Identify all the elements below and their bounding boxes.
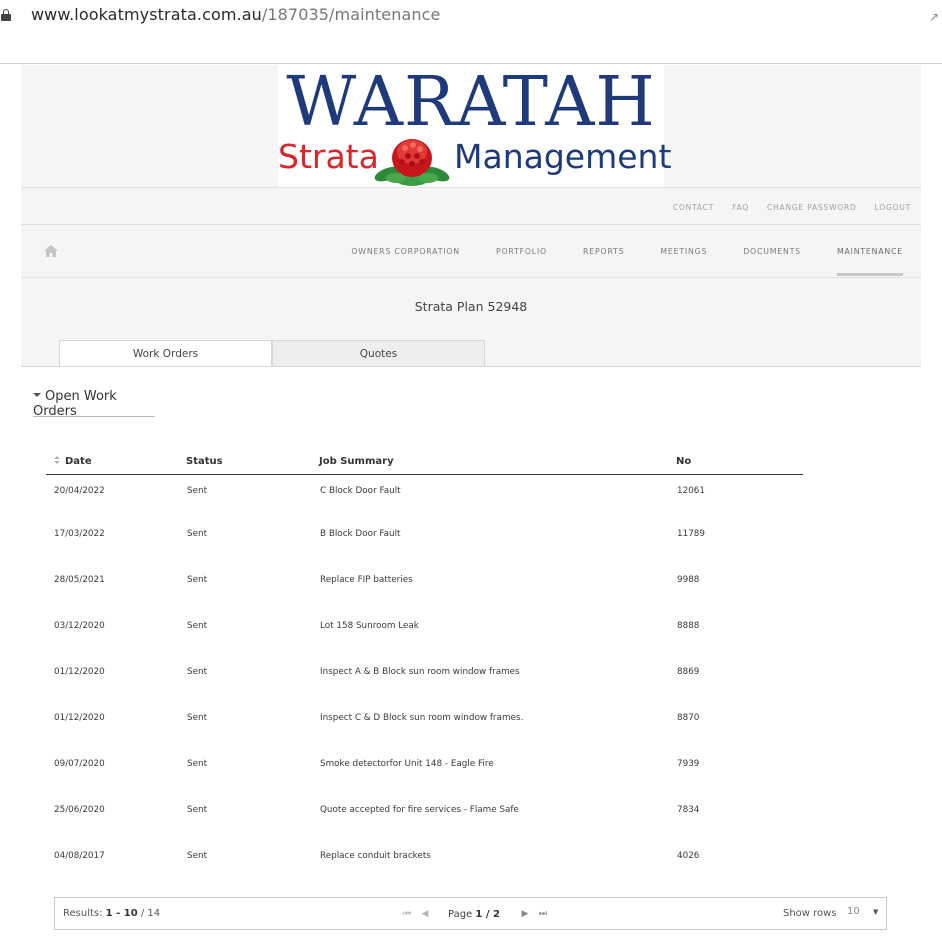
cell-job-summary: Inspect C & D Block sun room window fram…	[312, 698, 669, 738]
logo-word-right: Management	[454, 137, 672, 176]
cell-date: 01/12/2020	[46, 698, 179, 738]
cell-no: 8888	[669, 606, 803, 646]
utility-nav: CONTACT FAQ CHANGE PASSWORD LOGOUT	[21, 187, 921, 225]
cell-date: 20/04/2022	[46, 474, 179, 508]
cell-status: Sent	[179, 698, 312, 738]
table-row[interactable]: 04/08/2017 Sent Replace conduit brackets 40…	[46, 836, 803, 876]
util-nav-logout[interactable]: LOGOUT	[875, 203, 911, 212]
cell-job-summary: C Block Door Fault	[312, 474, 669, 508]
cell-no: 7939	[669, 744, 803, 784]
results-summary: Results: 1 - 10 / 14	[63, 908, 161, 919]
logo-title: WARATAH	[286, 63, 656, 142]
previous-page-icon[interactable]: ◀	[416, 907, 434, 921]
nav-meetings[interactable]: MEETINGS	[660, 226, 707, 276]
home-icon[interactable]	[44, 245, 58, 257]
cell-job-summary: Smoke detectorfor Unit 148 - Eagle Fire	[312, 744, 669, 784]
waratah-logo[interactable]: WARATAH Strata Management	[278, 63, 671, 187]
table-row[interactable]: 25/06/2020 Sent Quote accepted for fire se…	[46, 790, 803, 830]
cell-status: Sent	[179, 474, 312, 508]
cell-job-summary: Replace FIP batteries	[312, 560, 669, 600]
cell-status: Sent	[179, 514, 312, 554]
cell-job-summary: Quote accepted for fire services - Flame…	[312, 790, 669, 830]
table-body: 20/04/2022 Sent C Block Door Fault 12061 17/…	[46, 474, 803, 922]
cell-no: 8870	[669, 698, 803, 738]
lock-icon	[1, 9, 11, 21]
cell-no: 4026	[669, 836, 803, 876]
pagination-bar: Results: 1 - 10 / 14 ⏮ ◀ Page 1 / 2 ▶ ⏭ …	[54, 897, 887, 930]
tab-work-orders[interactable]: Work Orders	[59, 340, 272, 367]
work-orders-panel: Open Work Orders Date Status Job Summary…	[21, 367, 921, 942]
main-nav: OWNERS CORPORATION PORTFOLIO REPORTS MEE…	[21, 226, 921, 278]
cell-status: Sent	[179, 790, 312, 830]
cell-status: Sent	[179, 836, 312, 876]
share-icon[interactable]: ↗	[929, 10, 939, 24]
table-row[interactable]: 17/03/2022 Sent B Block Door Fault 11789	[46, 514, 803, 554]
table-row[interactable]: 01/12/2020 Sent Inspect C & D Block sun ro…	[46, 698, 803, 738]
results-total: / 14	[140, 908, 161, 919]
cell-no: 7834	[669, 790, 803, 830]
table-row[interactable]: 28/05/2021 Sent Replace FIP batteries 9988	[46, 560, 803, 600]
cell-status: Sent	[179, 606, 312, 646]
nav-maintenance[interactable]: MAINTENANCE	[836, 226, 903, 276]
util-nav-faq[interactable]: FAQ	[732, 203, 749, 212]
page: WARATAH Strata Management CONTACT FAQ CH…	[21, 63, 921, 942]
cell-date: 04/08/2017	[46, 836, 179, 876]
cell-date: 17/03/2022	[46, 514, 179, 554]
util-nav-contact[interactable]: CONTACT	[673, 203, 714, 212]
cell-job-summary: B Block Door Fault	[312, 514, 669, 554]
next-page-icon[interactable]: ▶	[516, 907, 534, 921]
cell-job-summary: Replace conduit brackets	[312, 836, 669, 876]
tab-bar: Work Orders Quotes	[59, 340, 485, 367]
cell-status: Sent	[179, 560, 312, 600]
tab-quotes[interactable]: Quotes	[272, 340, 485, 367]
nav-documents[interactable]: DOCUMENTS	[743, 226, 801, 276]
cell-date: 03/12/2020	[46, 606, 179, 646]
table-row[interactable]: 03/12/2020 Sent Lot 158 Sunroom Leak 8888	[46, 606, 803, 646]
show-rows-label: Show rows	[783, 908, 837, 919]
cell-date: 25/06/2020	[46, 790, 179, 830]
column-header-no[interactable]: No	[669, 450, 803, 475]
url-path: /187035/maintenance	[261, 5, 441, 24]
cell-no: 12061	[669, 474, 803, 508]
section-title: Open Work Orders	[33, 389, 117, 419]
page-indicator: Page 1 / 2	[448, 908, 500, 920]
work-orders-table: Date Status Job Summary No 20/04/2022 Sen…	[46, 450, 803, 922]
url-text[interactable]: www.lookatmystrata.com.au/187035/mainten…	[31, 5, 440, 24]
util-nav-change-password[interactable]: CHANGE PASSWORD	[767, 203, 857, 212]
waratah-flower-icon	[374, 139, 450, 186]
pagination-controls: ⏮ ◀ Page 1 / 2 ▶ ⏭	[398, 907, 552, 921]
last-page-icon[interactable]: ⏭	[534, 907, 552, 921]
column-header-job-summary[interactable]: Job Summary	[312, 450, 669, 475]
url-host: www.lookatmystrata.com.au	[31, 5, 262, 24]
rows-per-page-select[interactable]: 10 ▼	[847, 906, 878, 917]
cell-job-summary: Lot 158 Sunroom Leak	[312, 606, 669, 646]
first-page-icon[interactable]: ⏮	[398, 907, 416, 921]
column-header-status[interactable]: Status	[179, 450, 312, 475]
chevron-down-icon: ▼	[873, 908, 879, 916]
table-header-row: Date Status Job Summary No	[46, 450, 803, 475]
cell-status: Sent	[179, 744, 312, 784]
caret-down-icon	[33, 392, 41, 397]
cell-date: 28/05/2021	[46, 560, 179, 600]
column-header-date[interactable]: Date	[46, 450, 179, 475]
results-range: 1 - 10	[105, 908, 138, 919]
cell-job-summary: Inspect A & B Block sun room window fram…	[312, 652, 669, 692]
cell-status: Sent	[179, 652, 312, 692]
cell-no: 9988	[669, 560, 803, 600]
sort-icon[interactable]	[54, 456, 60, 465]
cell-date: 01/12/2020	[46, 652, 179, 692]
nav-reports[interactable]: REPORTS	[583, 226, 624, 276]
page-title: Strata Plan 52948	[414, 299, 528, 314]
table-row[interactable]: 09/07/2020 Sent Smoke detectorfor Unit 148…	[46, 744, 803, 784]
browser-url-bar[interactable]: www.lookatmystrata.com.au/187035/mainten…	[0, 0, 942, 64]
cell-date: 09/07/2020	[46, 744, 179, 784]
nav-portfolio[interactable]: PORTFOLIO	[496, 226, 547, 276]
cell-no: 8869	[669, 652, 803, 692]
open-work-orders-toggle[interactable]: Open Work Orders	[33, 389, 155, 419]
table-row[interactable]: 01/12/2020 Sent Inspect A & B Block sun ro…	[46, 652, 803, 692]
cell-no: 11789	[669, 514, 803, 554]
nav-owners-corporation[interactable]: OWNERS CORPORATION	[351, 226, 460, 276]
logo-word-left: Strata	[278, 137, 379, 176]
table-row[interactable]: 20/04/2022 Sent C Block Door Fault 12061	[46, 474, 803, 508]
